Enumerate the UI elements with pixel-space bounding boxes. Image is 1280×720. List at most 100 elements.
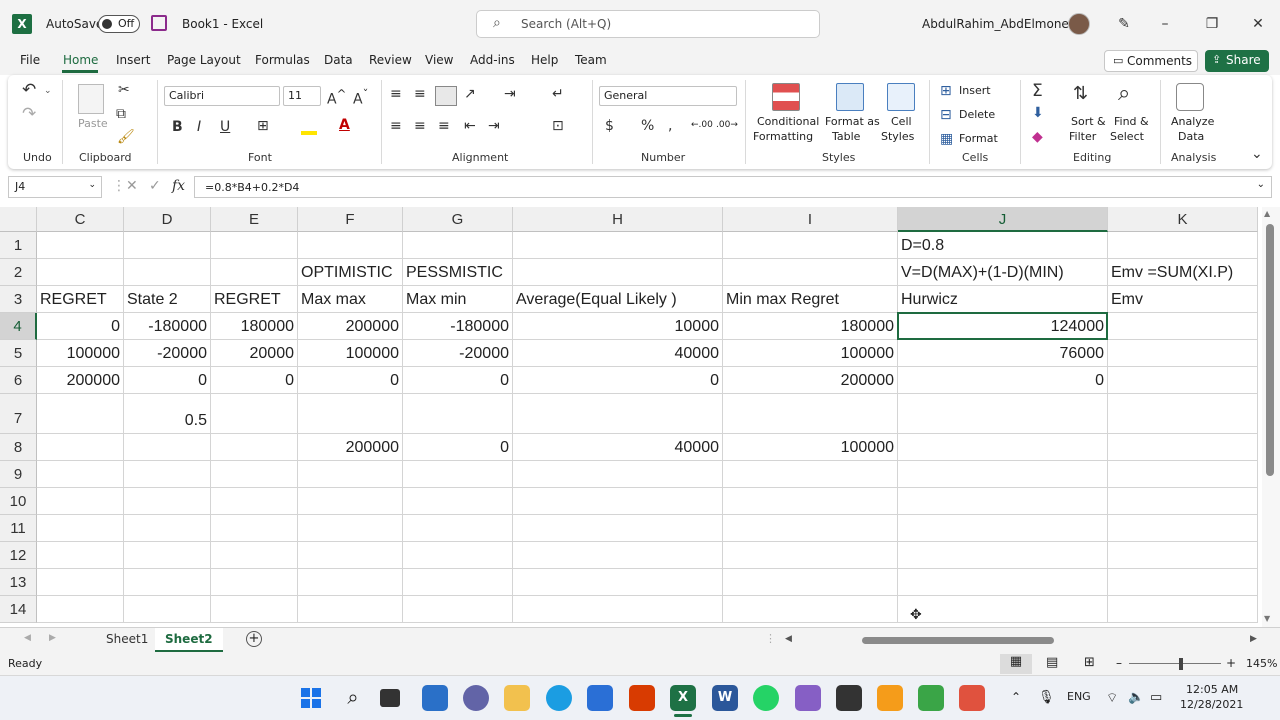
cell-c1[interactable]: [37, 232, 124, 259]
cell-h4[interactable]: 10000: [513, 313, 723, 340]
cell-g3[interactable]: Max min: [403, 286, 513, 313]
cell-e14[interactable]: [211, 596, 298, 623]
cell-styles-label-2[interactable]: Styles: [881, 130, 914, 143]
cell-e9[interactable]: [211, 461, 298, 488]
cell-f13[interactable]: [298, 569, 403, 596]
cell-j2[interactable]: V=D(MAX)+(1-D)(MIN): [898, 259, 1108, 286]
cell-c3[interactable]: REGRET: [37, 286, 124, 313]
zoom-level[interactable]: 145%: [1246, 657, 1277, 670]
avatar[interactable]: [1068, 13, 1090, 35]
cell-c11[interactable]: [37, 515, 124, 542]
redo-icon[interactable]: ↷: [22, 104, 36, 124]
wifi-icon[interactable]: ⌔: [1106, 690, 1118, 706]
cell-f6[interactable]: 0: [298, 367, 403, 394]
increase-decimal-icon[interactable]: ←.00: [691, 120, 713, 130]
cell-d1[interactable]: [124, 232, 211, 259]
row-header-14[interactable]: 14: [0, 596, 37, 623]
cell-k3[interactable]: Emv: [1108, 286, 1258, 313]
cell-f4[interactable]: 200000: [298, 313, 403, 340]
cell-e1[interactable]: [211, 232, 298, 259]
decrease-decimal-icon[interactable]: .00→: [716, 120, 738, 130]
cell-j10[interactable]: [898, 488, 1108, 515]
cell-f14[interactable]: [298, 596, 403, 623]
cell-j11[interactable]: [898, 515, 1108, 542]
cell-f3[interactable]: Max max: [298, 286, 403, 313]
column-header-e[interactable]: E: [211, 207, 298, 232]
cell-j8[interactable]: [898, 434, 1108, 461]
zoom-out-icon[interactable]: –: [1116, 656, 1122, 670]
column-header-d[interactable]: D: [124, 207, 211, 232]
cell-f2[interactable]: OPTIMISTIC: [298, 259, 403, 286]
column-header-k[interactable]: K: [1108, 207, 1258, 232]
insert-cells-icon[interactable]: ⊞: [940, 83, 952, 99]
cell-j14[interactable]: [898, 596, 1108, 623]
column-header-g[interactable]: G: [403, 207, 513, 232]
cell-g14[interactable]: [403, 596, 513, 623]
cell-i14[interactable]: [723, 596, 898, 623]
format-cells-label[interactable]: Format: [959, 132, 998, 145]
cell-i13[interactable]: [723, 569, 898, 596]
cell-k7[interactable]: [1108, 394, 1258, 434]
cell-d3[interactable]: State 2: [124, 286, 211, 313]
cell-g5[interactable]: -20000: [403, 340, 513, 367]
bold-button[interactable]: B: [172, 119, 183, 135]
cell-c6[interactable]: 200000: [37, 367, 124, 394]
row-header-2[interactable]: 2: [0, 259, 37, 286]
cell-i7[interactable]: [723, 394, 898, 434]
tab-sheet1[interactable]: Sheet1: [96, 628, 158, 652]
add-sheet-icon[interactable]: +: [246, 631, 262, 647]
cell-d2[interactable]: [124, 259, 211, 286]
align-top-icon[interactable]: ≡: [390, 86, 402, 102]
cell-f10[interactable]: [298, 488, 403, 515]
cell-i5[interactable]: 100000: [723, 340, 898, 367]
cell-k11[interactable]: [1108, 515, 1258, 542]
windows-start-icon[interactable]: [298, 685, 324, 711]
vertical-scroll-thumb[interactable]: [1266, 224, 1274, 476]
cell-k4[interactable]: [1108, 313, 1258, 340]
cell-k2[interactable]: Emv =SUM(XI.P): [1108, 259, 1258, 286]
cell-g9[interactable]: [403, 461, 513, 488]
cell-f1[interactable]: [298, 232, 403, 259]
format-as-table-icon[interactable]: [836, 83, 864, 111]
indent-icon[interactable]: ⇥: [504, 86, 516, 102]
conditional-formatting-label-2[interactable]: Formatting: [753, 130, 813, 143]
currency-icon[interactable]: $: [605, 118, 614, 134]
font-name-select[interactable]: Calibri: [164, 86, 280, 106]
cell-g12[interactable]: [403, 542, 513, 569]
row-header-8[interactable]: 8: [0, 434, 37, 461]
delete-cells-icon[interactable]: ⊟: [940, 107, 952, 123]
cell-d7[interactable]: 0.5: [124, 394, 211, 434]
task-view-icon[interactable]: [380, 689, 400, 707]
language-indicator[interactable]: ENG: [1067, 690, 1091, 703]
cell-d11[interactable]: [124, 515, 211, 542]
cell-h11[interactable]: [513, 515, 723, 542]
battery-icon[interactable]: ▭: [1150, 690, 1162, 705]
cell-i1[interactable]: [723, 232, 898, 259]
pen-icon[interactable]: ✎: [1112, 12, 1136, 36]
zoom-in-icon[interactable]: +: [1226, 656, 1236, 670]
cell-f11[interactable]: [298, 515, 403, 542]
cell-g2[interactable]: PESSMISTIC: [403, 259, 513, 286]
comments-button[interactable]: ▭ Comments: [1104, 50, 1198, 72]
excel-taskbar-icon[interactable]: X: [670, 685, 696, 711]
scroll-up-icon[interactable]: ▲: [1264, 209, 1270, 218]
cell-d8[interactable]: [124, 434, 211, 461]
cell-e8[interactable]: [211, 434, 298, 461]
cell-h13[interactable]: [513, 569, 723, 596]
percent-icon[interactable]: %: [641, 118, 654, 134]
collapse-ribbon-icon[interactable]: ⌄: [1251, 146, 1263, 162]
cell-k13[interactable]: [1108, 569, 1258, 596]
find-select-icon[interactable]: ⌕: [1118, 81, 1130, 106]
formula-options-icon[interactable]: ⋮: [112, 178, 126, 194]
insert-function-icon[interactable]: fx: [172, 178, 185, 194]
cell-j5[interactable]: 76000: [898, 340, 1108, 367]
row-header-6[interactable]: 6: [0, 367, 37, 394]
fill-icon[interactable]: ⬇: [1032, 105, 1044, 121]
autosum-icon[interactable]: Σ: [1032, 81, 1043, 101]
cell-c4[interactable]: 0: [37, 313, 124, 340]
share-button[interactable]: ⇪ Share: [1205, 50, 1269, 72]
cell-c14[interactable]: [37, 596, 124, 623]
format-painter-icon[interactable]: 🖌: [117, 129, 135, 145]
align-bottom-icon[interactable]: [435, 86, 457, 106]
menu-team[interactable]: Team: [575, 53, 607, 67]
